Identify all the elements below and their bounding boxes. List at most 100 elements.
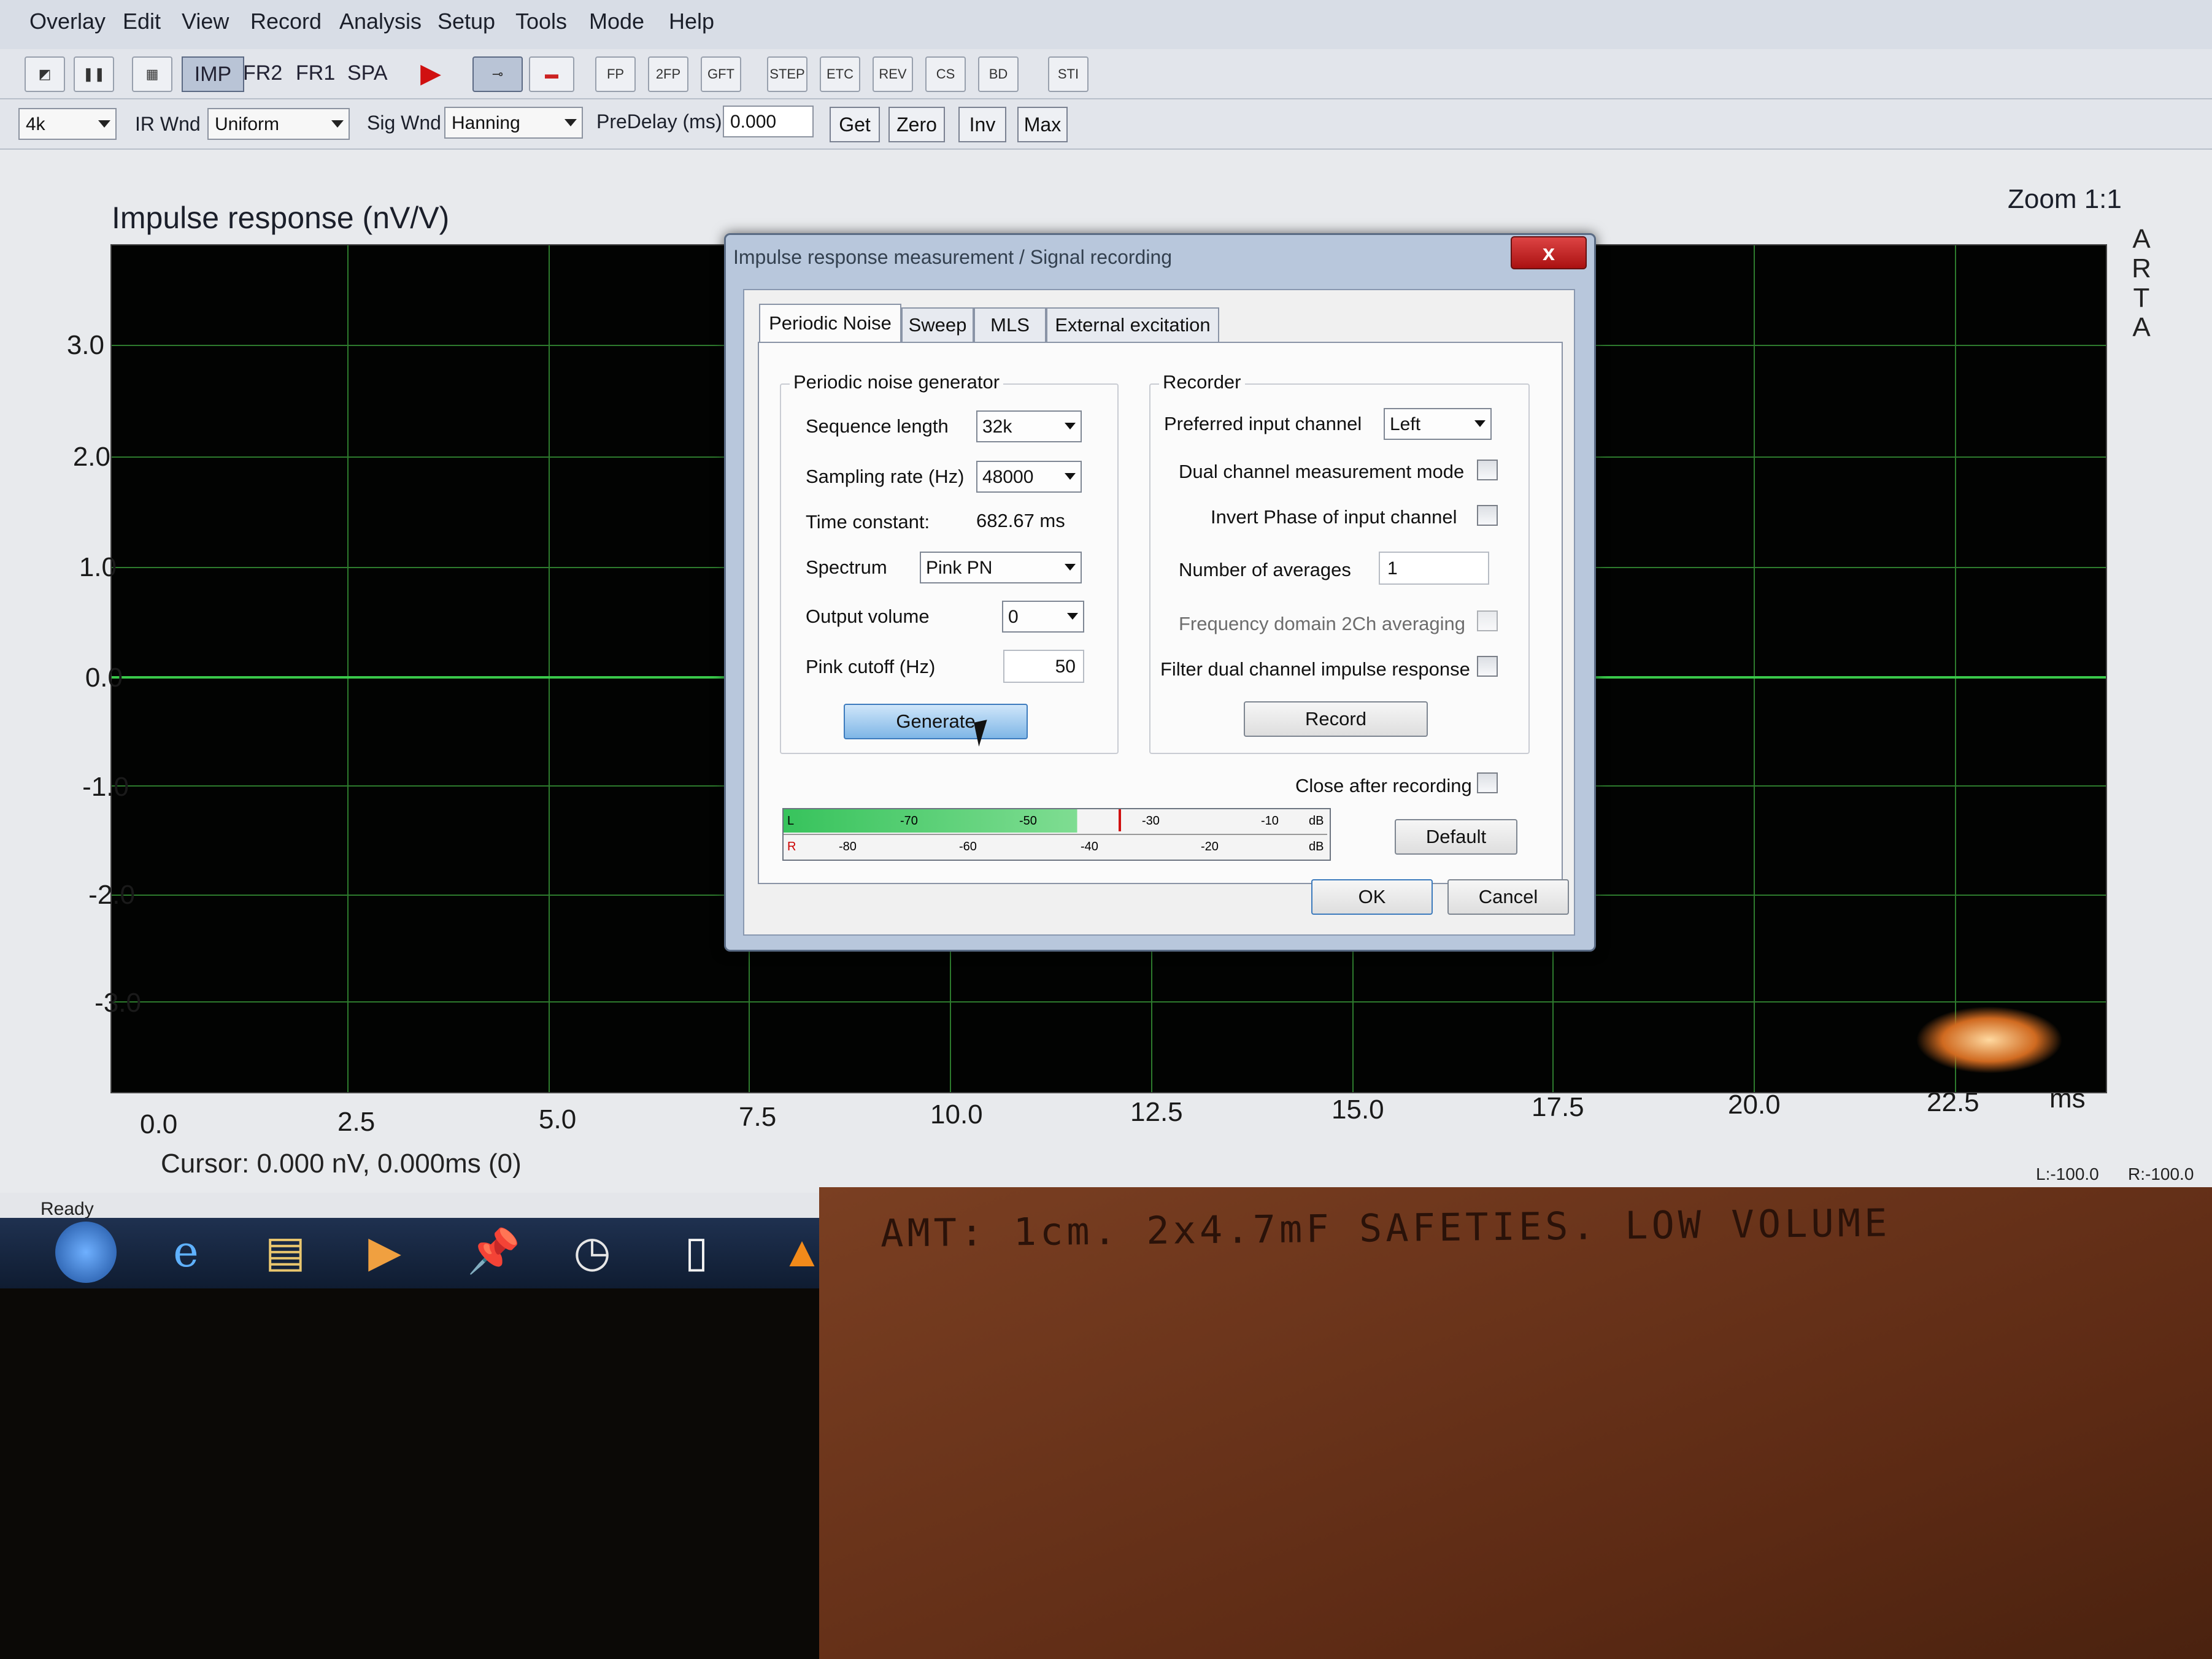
menu-view[interactable]: View (182, 9, 229, 34)
meter-left-channel: L -70 -50 -30 -10 dB (784, 809, 1327, 833)
etc-icon[interactable]: ETC (820, 56, 860, 92)
freq-domain-label: Frequency domain 2Ch averaging (1179, 613, 1465, 634)
sequence-length-select[interactable]: 32k (976, 410, 1082, 442)
generate-button[interactable]: Generate (844, 704, 1028, 739)
mode-imp-button[interactable]: IMP (182, 56, 244, 92)
meter-label: -30 (1142, 814, 1160, 828)
chevron-down-icon (1067, 613, 1078, 620)
x-tick: 15.0 (1331, 1095, 1384, 1125)
x-tick: 0.0 (140, 1109, 178, 1139)
step-icon[interactable]: STEP (767, 56, 807, 92)
measurement-dialog: Impulse response measurement / Signal re… (724, 233, 1596, 952)
tab-periodic-noise[interactable]: Periodic Noise (759, 304, 901, 342)
default-button[interactable]: Default (1395, 819, 1517, 855)
predelay-input[interactable]: 0.000 (723, 106, 814, 137)
ok-button[interactable]: OK (1311, 879, 1433, 915)
menu-record[interactable]: Record (250, 9, 322, 34)
freq-domain-checkbox[interactable] (1477, 610, 1498, 631)
cs-icon[interactable]: CS (925, 56, 966, 92)
media-player-icon[interactable]: ▶ (357, 1224, 412, 1279)
predelay-value: 0.000 (730, 112, 777, 132)
close-icon: x (1542, 240, 1555, 265)
gft-icon[interactable]: GFT (701, 56, 741, 92)
x-tick: 12.5 (1130, 1097, 1183, 1127)
play-icon[interactable]: ▶ (412, 56, 449, 90)
grid-line (112, 1001, 2106, 1003)
zero-button[interactable]: Zero (888, 107, 945, 142)
sig-wnd-select[interactable]: Hanning (444, 107, 583, 139)
folder-icon[interactable]: ▤ (258, 1224, 313, 1279)
sig-wnd-value: Hanning (452, 113, 520, 133)
ir-wnd-select[interactable]: Uniform (207, 108, 350, 140)
meter-label: R (787, 840, 796, 853)
tab-external-excitation[interactable]: External excitation (1046, 307, 1219, 342)
sampling-rate-select[interactable]: 48000 (976, 461, 1082, 493)
output-volume-label: Output volume (806, 606, 930, 627)
mode-spa-button[interactable]: SPA (344, 56, 391, 90)
record-button[interactable]: Record (1244, 701, 1428, 737)
spectrum-select[interactable]: Pink PN (920, 552, 1082, 583)
chevron-down-icon (98, 120, 110, 128)
invert-phase-checkbox[interactable] (1477, 505, 1498, 526)
sequence-length-label: Sequence length (806, 415, 949, 437)
averages-label: Number of averages (1179, 559, 1351, 580)
meter-label: -80 (839, 840, 857, 853)
close-button[interactable]: x (1511, 236, 1587, 269)
tab-sweep[interactable]: Sweep (901, 307, 974, 342)
generator-icon[interactable]: ▬ (529, 56, 574, 92)
meter-right-channel: R -80 -60 -40 -20 dB (784, 834, 1327, 858)
menu-analysis[interactable]: Analysis (339, 9, 422, 34)
level-right: R:-100.0 (2128, 1164, 2194, 1184)
brand-letter: A (2132, 312, 2151, 342)
bd-icon[interactable]: BD (978, 56, 1019, 92)
chevron-down-icon (1065, 473, 1076, 480)
x-unit: ms (2049, 1084, 2086, 1114)
menu-overlay[interactable]: Overlay (29, 9, 106, 34)
mode-fr1-button[interactable]: FR1 (292, 56, 339, 90)
grid-icon[interactable]: ▦ (132, 56, 172, 92)
dual-channel-checkbox[interactable] (1477, 460, 1498, 480)
y-tick: -1.0 (82, 772, 129, 802)
max-button[interactable]: Max (1017, 107, 1068, 142)
preferred-input-select[interactable]: Left (1384, 408, 1492, 440)
sti-icon[interactable]: STI (1048, 56, 1089, 92)
browser-icon[interactable]: e (158, 1224, 214, 1279)
cancel-button[interactable]: Cancel (1447, 879, 1569, 915)
open-icon[interactable]: ◩ (25, 56, 65, 92)
pushpin-icon[interactable]: 📌 (466, 1224, 522, 1279)
get-button[interactable]: Get (830, 107, 880, 142)
start-icon[interactable] (55, 1222, 117, 1283)
document-icon[interactable]: ▯ (669, 1224, 724, 1279)
brand-letter: R (2132, 253, 2151, 283)
time-constant-value: 682.67 ms (976, 510, 1065, 531)
menu-setup[interactable]: Setup (437, 9, 495, 34)
clock-icon[interactable]: ◷ (565, 1224, 620, 1279)
menu-bar: Overlay Edit View Record Analysis Setup … (0, 0, 2212, 50)
inv-button[interactable]: Inv (958, 107, 1006, 142)
menu-help[interactable]: Help (669, 9, 714, 34)
x-tick: 20.0 (1728, 1090, 1781, 1120)
menu-edit[interactable]: Edit (123, 9, 161, 34)
fp-icon[interactable]: FP (595, 56, 636, 92)
rev-icon[interactable]: REV (873, 56, 913, 92)
recorder-group-title: Recorder (1159, 371, 1245, 393)
pink-cutoff-input[interactable]: 50 (1003, 650, 1084, 683)
meter-label: dB (1309, 814, 1324, 828)
taskbar: e ▤ ▶ 📌 ◷ ▯ ▲ (0, 1218, 871, 1288)
meter-label: -20 (1201, 840, 1219, 853)
output-volume-select[interactable]: 0 (1002, 601, 1084, 633)
probe-icon[interactable]: ⊸ (472, 56, 523, 92)
pause-icon[interactable]: ❚❚ (74, 56, 114, 92)
2fp-icon[interactable]: 2FP (648, 56, 688, 92)
menu-mode[interactable]: Mode (589, 9, 644, 34)
filter-dual-checkbox[interactable] (1477, 656, 1498, 677)
fft-length-select[interactable]: 4k (18, 108, 117, 140)
level-meter: L -70 -50 -30 -10 dB R -80 -60 -40 -20 d… (782, 808, 1331, 861)
tab-mls[interactable]: MLS (974, 307, 1046, 342)
mode-fr2-button[interactable]: FR2 (239, 56, 286, 90)
close-after-checkbox[interactable] (1477, 772, 1498, 793)
averages-input[interactable]: 1 (1379, 552, 1489, 585)
cursor-readout: Cursor: 0.000 nV, 0.000ms (0) (161, 1149, 522, 1179)
meter-label: -10 (1261, 814, 1279, 828)
menu-tools[interactable]: Tools (515, 9, 567, 34)
